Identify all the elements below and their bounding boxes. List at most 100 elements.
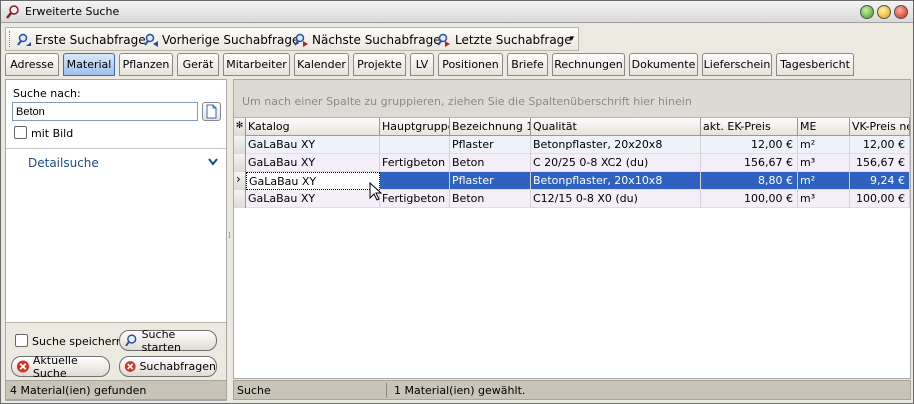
previous-query-button[interactable]: Vorherige Suchabfrage bbox=[143, 31, 299, 49]
row-indicator[interactable] bbox=[234, 136, 246, 154]
tab-tagesbericht[interactable]: Tagesbericht bbox=[776, 53, 854, 76]
table-cell[interactable]: GaLaBau XY bbox=[246, 190, 380, 208]
column-header[interactable]: Hauptgruppe bbox=[380, 118, 450, 136]
table-cell[interactable]: Fertigbeton bbox=[380, 190, 450, 208]
queries-button[interactable]: Suchabfragen bbox=[119, 356, 217, 377]
status-right: Suche 1 Material(ien) gewählt. bbox=[233, 380, 911, 400]
group-by-area[interactable]: Um nach einer Spalte zu gruppieren, zieh… bbox=[234, 80, 910, 118]
chevron-down-icon[interactable] bbox=[208, 158, 218, 166]
first-query-label: Erste Suchabfrage bbox=[35, 33, 146, 47]
tab-gerät[interactable]: Gerät bbox=[177, 53, 219, 76]
tab-positionen[interactable]: Positionen bbox=[438, 53, 503, 76]
column-header[interactable]: Katalog bbox=[246, 118, 380, 136]
search-icon bbox=[6, 5, 19, 19]
column-header[interactable]: Qualität bbox=[531, 118, 701, 136]
start-search-button[interactable]: Suche starten bbox=[119, 328, 217, 354]
row-indicator[interactable] bbox=[234, 190, 246, 208]
table-cell[interactable]: Pflaster bbox=[450, 172, 531, 190]
table-cell[interactable] bbox=[380, 172, 450, 190]
table-cell[interactable]: 12,00 € bbox=[701, 136, 798, 154]
toolbar-grip[interactable] bbox=[9, 31, 12, 47]
table-row[interactable]: GaLaBau XY Fertigbeton Beton C 20/25 0-8 XC… bbox=[234, 154, 910, 172]
column-header[interactable]: Bezeichnung 1 bbox=[450, 118, 531, 136]
detail-search-toggle[interactable]: Detailsuche bbox=[28, 156, 99, 170]
tab-projekte[interactable]: Projekte bbox=[353, 53, 406, 76]
last-query-button[interactable]: Letzte Suchabfrage bbox=[436, 31, 572, 49]
row-indicator-header[interactable]: ✻ bbox=[234, 118, 246, 136]
next-query-button[interactable]: Nächste Suchabfrage bbox=[293, 31, 441, 49]
title-bar: Erweiterte Suche bbox=[1, 1, 913, 23]
table-cell[interactable]: Betonpflaster, 20x20x8 bbox=[531, 136, 701, 154]
delete-icon bbox=[16, 360, 29, 373]
maximize-button[interactable] bbox=[877, 5, 891, 19]
table-cell[interactable]: GaLaBau XY bbox=[246, 154, 380, 172]
tab-briefe[interactable]: Briefe bbox=[507, 53, 548, 76]
table-cell[interactable]: m³ bbox=[798, 154, 850, 172]
tab-dokumente[interactable]: Dokumente bbox=[629, 53, 698, 76]
tab-rechnungen[interactable]: Rechnungen bbox=[552, 53, 625, 76]
table-cell[interactable]: 9,24 € bbox=[850, 172, 910, 190]
search-actions: Suche speichern Suche starten Aktuelle S… bbox=[6, 322, 226, 380]
table-cell[interactable]: Beton bbox=[450, 190, 531, 208]
current-search-button[interactable]: Aktuelle Suche bbox=[11, 353, 110, 380]
table-cell[interactable] bbox=[380, 136, 450, 154]
status-selection: 1 Material(ien) gewählt. bbox=[394, 384, 526, 397]
table-cell[interactable]: 100,00 € bbox=[850, 190, 910, 208]
status-left: 4 Material(ien) gefunden bbox=[5, 380, 227, 400]
document-button[interactable] bbox=[202, 102, 221, 121]
tab-lieferschein[interactable]: Lieferschein bbox=[702, 53, 772, 76]
table-cell[interactable]: C 20/25 0-8 XC2 (du) bbox=[531, 154, 701, 172]
search-panel: Suche nach: mit Bild Detailsuche Suche s… bbox=[5, 79, 227, 401]
table-cell[interactable]: Fertigbeton bbox=[380, 154, 450, 172]
tab-pflanzen[interactable]: Pflanzen bbox=[119, 53, 173, 76]
row-indicator[interactable]: › bbox=[234, 172, 246, 190]
table-cell[interactable]: 156,67 € bbox=[701, 154, 798, 172]
minimize-button[interactable] bbox=[860, 5, 874, 19]
search-first-icon bbox=[17, 33, 31, 46]
table-cell[interactable]: 156,67 € bbox=[850, 154, 910, 172]
table-cell[interactable]: Pflaster bbox=[450, 136, 531, 154]
table-cell[interactable]: Beton bbox=[450, 154, 531, 172]
save-search-checkbox[interactable] bbox=[15, 334, 28, 347]
status-mode: Suche bbox=[237, 384, 271, 397]
search-icon bbox=[125, 334, 137, 347]
table-cell[interactable]: m² bbox=[798, 172, 850, 190]
group-hint: Um nach einer Spalte zu gruppieren, zieh… bbox=[242, 95, 692, 108]
search-input[interactable] bbox=[12, 102, 198, 121]
table-cell[interactable]: 12,00 € bbox=[850, 136, 910, 154]
search-label: Suche nach: bbox=[13, 87, 81, 100]
search-next-icon bbox=[294, 33, 308, 47]
row-indicator[interactable] bbox=[234, 154, 246, 172]
current-search-label: Aktuelle Suche bbox=[32, 353, 78, 380]
toolbar-overflow-icon[interactable]: ▾ bbox=[569, 34, 574, 44]
table-cell[interactable]: m² bbox=[798, 136, 850, 154]
next-query-label: Nächste Suchabfrage bbox=[312, 33, 441, 47]
column-header[interactable]: VK-Preis ne bbox=[850, 118, 910, 136]
tab-material[interactable]: Material bbox=[63, 53, 115, 76]
table-cell[interactable]: 100,00 € bbox=[701, 190, 798, 208]
first-query-button[interactable]: Erste Suchabfrage bbox=[16, 31, 146, 49]
tab-kalender[interactable]: Kalender bbox=[294, 53, 349, 76]
table-cell[interactable]: 8,80 € bbox=[701, 172, 798, 190]
table-cell[interactable]: C12/15 0-8 X0 (du) bbox=[531, 190, 701, 208]
column-header[interactable]: ME bbox=[798, 118, 850, 136]
table-row[interactable]: GaLaBau XY Fertigbeton Beton C12/15 0-8 X0 … bbox=[234, 190, 910, 208]
tab-mitarbeiter[interactable]: Mitarbeiter bbox=[223, 53, 290, 76]
divider bbox=[6, 148, 226, 149]
table-row[interactable]: › GaLaBau XY Pflaster Betonpflaster, 20x10x… bbox=[234, 172, 910, 190]
save-search-label: Suche speichern bbox=[32, 335, 123, 348]
close-button[interactable] bbox=[894, 5, 908, 19]
with-image-label: mit Bild bbox=[31, 127, 74, 140]
tab-lv[interactable]: LV bbox=[410, 53, 434, 76]
column-header[interactable]: akt. EK-Preis bbox=[701, 118, 798, 136]
table-cell[interactable]: GaLaBau XY bbox=[246, 136, 380, 154]
table-cell[interactable]: m³ bbox=[798, 190, 850, 208]
table-cell[interactable]: Betonpflaster, 20x10x8 bbox=[531, 172, 701, 190]
with-image-checkbox[interactable] bbox=[14, 126, 27, 139]
splitter-handle[interactable]: ⁞ bbox=[228, 231, 231, 241]
previous-query-label: Vorherige Suchabfrage bbox=[162, 33, 300, 47]
table-cell[interactable]: GaLaBau XY bbox=[246, 172, 380, 190]
status-divider bbox=[386, 383, 387, 398]
table-row[interactable]: GaLaBau XY Pflaster Betonpflaster, 20x20x8… bbox=[234, 136, 910, 154]
tab-adresse[interactable]: Adresse bbox=[5, 53, 59, 76]
